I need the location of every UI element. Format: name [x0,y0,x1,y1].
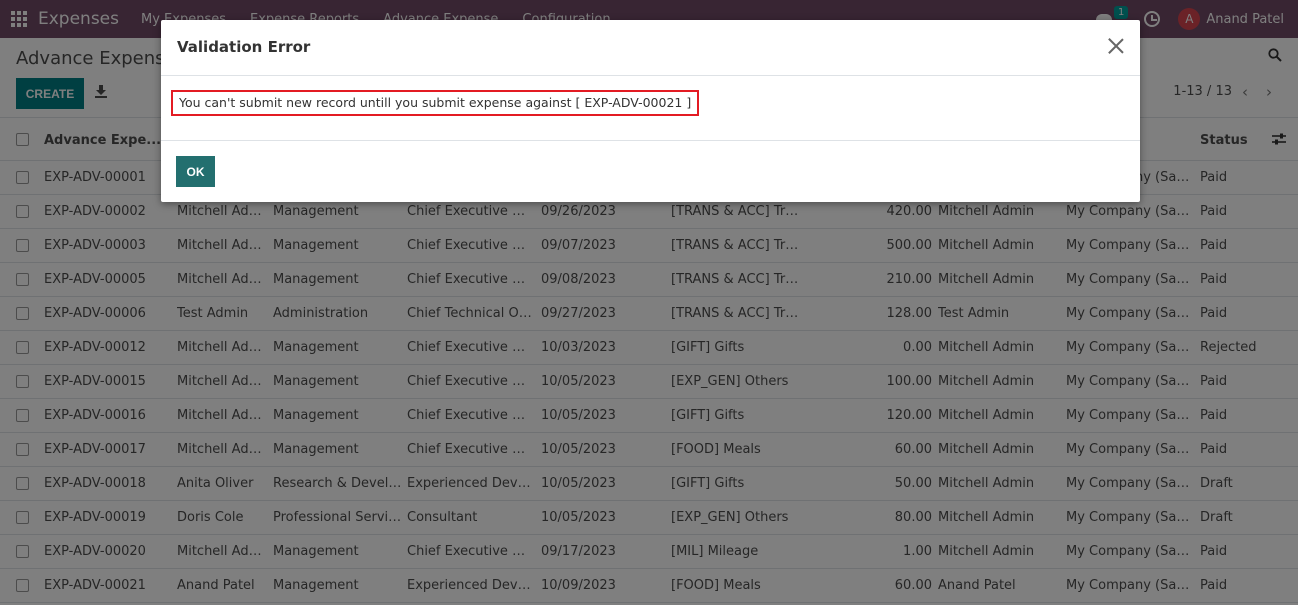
validation-error-dialog: Validation Error You can't submit new re… [161,20,1140,202]
dialog-title: Validation Error [177,38,311,56]
dialog-header: Validation Error [161,20,1140,76]
close-icon[interactable] [1108,38,1124,54]
ok-button[interactable]: OK [176,156,215,187]
dialog-body: You can't submit new record untill you s… [161,77,1140,141]
error-message: You can't submit new record untill you s… [171,90,700,116]
